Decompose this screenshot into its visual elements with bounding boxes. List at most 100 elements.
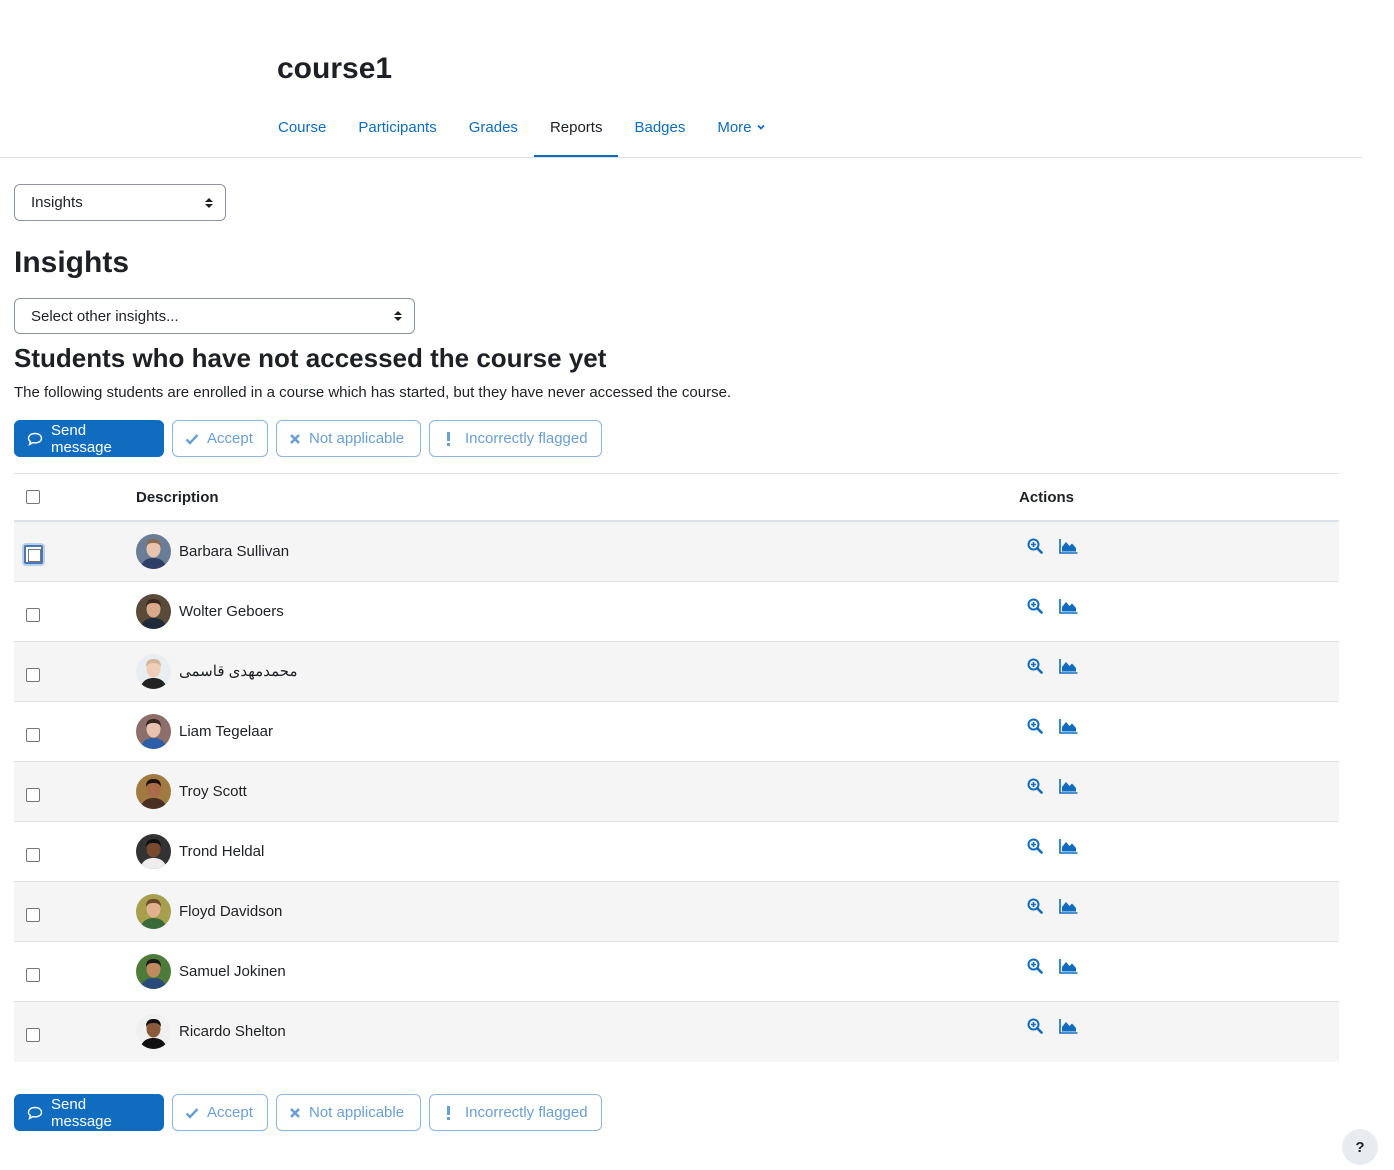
table-row: Wolter Geboers <box>14 582 1339 642</box>
tab-badges[interactable]: Badges <box>618 106 701 158</box>
view-prediction-details-icon[interactable] <box>1027 898 1043 918</box>
avatar <box>136 774 171 809</box>
check-icon <box>185 433 199 445</box>
model-heading: Students who have not accessed the cours… <box>14 343 607 373</box>
row-checkbox[interactable] <box>26 908 40 922</box>
area-chart-icon[interactable] <box>1059 718 1078 738</box>
tab-grades[interactable]: Grades <box>453 106 534 158</box>
row-checkbox[interactable] <box>26 848 40 862</box>
accept-button[interactable]: Accept <box>172 1094 268 1131</box>
incorrectly-flagged-button[interactable]: Incorrectly flagged <box>429 420 602 457</box>
tab-course[interactable]: Course <box>262 106 342 158</box>
area-chart-icon[interactable] <box>1059 658 1078 678</box>
model-description: The following students are enrolled in a… <box>14 384 732 401</box>
view-prediction-details-icon[interactable] <box>1027 598 1043 618</box>
incorrectly-flagged-button[interactable]: Incorrectly flagged <box>429 1094 602 1131</box>
view-prediction-details-icon[interactable] <box>1027 658 1043 678</box>
accept-button[interactable]: Accept <box>172 420 268 457</box>
row-checkbox[interactable] <box>26 728 40 742</box>
row-checkbox[interactable] <box>26 968 40 982</box>
select-all-checkbox[interactable] <box>26 490 40 504</box>
select-arrows-icon <box>394 311 402 321</box>
avatar <box>136 594 171 629</box>
avatar <box>136 1014 171 1049</box>
table-header: Description Actions <box>14 474 1339 522</box>
send-message-label: Send message <box>51 421 112 456</box>
not-applicable-button[interactable]: Not applicable <box>276 420 421 457</box>
insights-heading: Insights <box>14 246 130 279</box>
send-message-button[interactable]: Send message <box>14 1094 164 1131</box>
send-message-button[interactable]: Send message <box>14 420 164 457</box>
student-name[interactable]: محمدمهدی قاسمی <box>179 662 297 682</box>
close-icon <box>289 433 301 445</box>
nav-divider <box>0 157 1362 158</box>
tab-participants[interactable]: Participants <box>342 106 452 158</box>
view-prediction-details-icon[interactable] <box>1027 1018 1043 1038</box>
column-header-description: Description <box>136 489 219 506</box>
area-chart-icon[interactable] <box>1059 598 1078 618</box>
close-icon <box>289 1107 301 1119</box>
student-name[interactable]: Ricardo Shelton <box>179 1022 286 1042</box>
chevron-down-icon <box>756 119 766 136</box>
select-arrows-icon <box>205 197 213 208</box>
row-checkbox[interactable] <box>24 545 43 564</box>
avatar <box>136 954 171 989</box>
predictions-table: Description Actions Barbara Sullivan Wolt… <box>14 473 1339 1062</box>
row-checkbox[interactable] <box>26 608 40 622</box>
bulk-actions-bottom: Send message Accept Not applicable Incor… <box>14 1094 602 1131</box>
comment-icon <box>27 1106 43 1120</box>
not-applicable-label: Not applicable <box>309 430 405 447</box>
table-row: Barbara Sullivan <box>14 522 1339 582</box>
avatar <box>136 534 171 569</box>
exclamation-icon <box>446 431 451 446</box>
row-checkbox[interactable] <box>26 788 40 802</box>
comment-icon <box>27 432 43 446</box>
table-row: Samuel Jokinen <box>14 942 1339 1002</box>
send-message-label: Send message <box>51 1095 112 1130</box>
area-chart-icon[interactable] <box>1059 1018 1078 1038</box>
student-name[interactable]: Liam Tegelaar <box>179 722 273 742</box>
tab-reports[interactable]: Reports <box>533 106 619 158</box>
student-name[interactable]: Samuel Jokinen <box>179 962 286 982</box>
exclamation-icon <box>446 1105 451 1120</box>
student-name[interactable]: Barbara Sullivan <box>179 542 289 562</box>
view-prediction-details-icon[interactable] <box>1027 718 1043 738</box>
student-name[interactable]: Floyd Davidson <box>179 902 282 922</box>
table-row: Liam Tegelaar <box>14 702 1339 762</box>
bulk-actions-top: Send message Accept Not applicable Incor… <box>14 420 602 457</box>
avatar <box>136 654 171 689</box>
area-chart-icon[interactable] <box>1059 838 1078 858</box>
row-checkbox[interactable] <box>26 668 40 682</box>
avatar <box>136 894 171 929</box>
area-chart-icon[interactable] <box>1059 958 1078 978</box>
area-chart-icon[interactable] <box>1059 898 1078 918</box>
course-title: course1 <box>277 52 393 85</box>
other-insights-placeholder: Select other insights... <box>31 307 179 325</box>
view-prediction-details-icon[interactable] <box>1027 958 1043 978</box>
tab-more[interactable]: More <box>701 106 781 158</box>
report-select-value: Insights <box>31 194 83 211</box>
area-chart-icon[interactable] <box>1059 538 1078 558</box>
view-prediction-details-icon[interactable] <box>1027 778 1043 798</box>
table-row: Troy Scott <box>14 762 1339 822</box>
column-header-actions: Actions <box>1019 489 1075 506</box>
area-chart-icon[interactable] <box>1059 778 1078 798</box>
accept-label: Accept <box>207 430 253 447</box>
table-row: Floyd Davidson <box>14 882 1339 942</box>
student-name[interactable]: Troy Scott <box>179 782 247 802</box>
help-button[interactable]: ? <box>1342 1129 1378 1165</box>
report-select[interactable]: Insights <box>14 184 226 221</box>
accept-label: Accept <box>207 1104 253 1121</box>
incorrectly-flagged-label: Incorrectly flagged <box>465 430 588 447</box>
not-applicable-button[interactable]: Not applicable <box>276 1094 421 1131</box>
not-applicable-label: Not applicable <box>309 1104 405 1121</box>
other-insights-select[interactable]: Select other insights... <box>14 298 415 334</box>
student-name[interactable]: Trond Heldal <box>179 842 264 862</box>
incorrectly-flagged-label: Incorrectly flagged <box>465 1104 588 1121</box>
student-name[interactable]: Wolter Geboers <box>179 602 284 622</box>
avatar <box>136 714 171 749</box>
view-prediction-details-icon[interactable] <box>1027 538 1043 558</box>
view-prediction-details-icon[interactable] <box>1027 838 1043 858</box>
table-body: Barbara Sullivan Wolter Geboers محمدمهدی ق… <box>14 522 1339 1062</box>
row-checkbox[interactable] <box>26 1028 40 1042</box>
